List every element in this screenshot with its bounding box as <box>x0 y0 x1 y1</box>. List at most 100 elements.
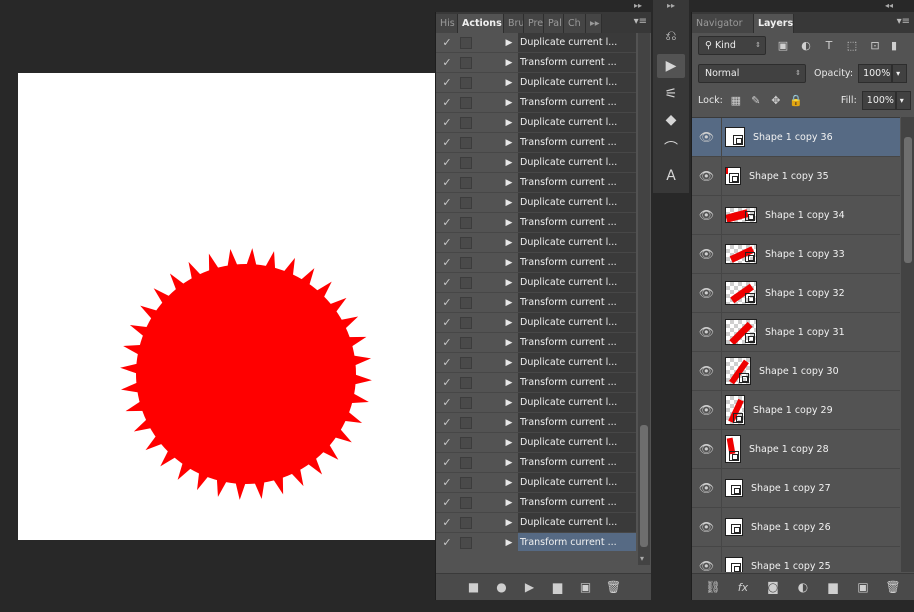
action-step-row[interactable]: ✓ ▶ Transform current ... <box>436 493 636 513</box>
action-step-row[interactable]: ✓ ▶ Duplicate current l... <box>436 73 636 93</box>
visibility-eye-icon[interactable]: 👁 <box>692 118 722 156</box>
type-filter-icon[interactable]: T <box>820 37 838 55</box>
check-icon[interactable]: ✓ <box>436 476 458 489</box>
dialog-toggle-box[interactable] <box>460 56 472 69</box>
action-step-row[interactable]: ✓ ▶ Transform current ... <box>436 373 636 393</box>
action-step-row[interactable]: ✓ ▶ Transform current ... <box>436 413 636 433</box>
layer-name[interactable]: Shape 1 copy 31 <box>765 327 845 338</box>
expand-arrow-icon[interactable]: ▶ <box>500 418 518 428</box>
layers-scrollbar[interactable] <box>901 117 914 572</box>
check-icon[interactable]: ✓ <box>436 216 458 229</box>
dialog-toggle-box[interactable] <box>460 36 472 49</box>
expand-arrow-icon[interactable]: ▶ <box>500 518 518 528</box>
visibility-eye-icon[interactable]: 👁 <box>692 196 722 234</box>
expand-arrow-icon[interactable]: ▶ <box>500 338 518 348</box>
layer-name[interactable]: Shape 1 copy 32 <box>765 288 845 299</box>
collapse-icon[interactable]: ▸▸ <box>634 1 642 10</box>
action-step-row[interactable]: ✓ ▶ Duplicate current l... <box>436 273 636 293</box>
layer-name[interactable]: Shape 1 copy 36 <box>753 132 833 143</box>
3d-tool-icon[interactable]: ◆ <box>657 108 685 132</box>
layer-row[interactable]: 👁 Shape 1 copy 26 <box>692 508 900 547</box>
expand-arrow-icon[interactable]: ▶ <box>500 238 518 248</box>
new-layer-icon[interactable]: ▣ <box>856 580 870 594</box>
action-step-row[interactable]: ✓ ▶ Duplicate current l... <box>436 153 636 173</box>
check-icon[interactable]: ✓ <box>436 136 458 149</box>
layer-row[interactable]: 👁 Shape 1 copy 35 <box>692 157 900 196</box>
visibility-eye-icon[interactable]: 👁 <box>692 157 722 195</box>
tab-paragraph[interactable]: Pal <box>544 14 564 33</box>
dialog-toggle-box[interactable] <box>460 96 472 109</box>
expand-arrow-icon[interactable]: ▶ <box>500 478 518 488</box>
lock-transparent-icon[interactable]: ▦ <box>727 92 745 110</box>
check-icon[interactable]: ✓ <box>436 96 458 109</box>
opacity-dropdown-icon[interactable]: ▾ <box>892 64 908 83</box>
layer-name[interactable]: Shape 1 copy 25 <box>751 561 831 572</box>
layer-row[interactable]: 👁 Shape 1 copy 27 <box>692 469 900 508</box>
layer-name[interactable]: Shape 1 copy 30 <box>759 366 839 377</box>
fill-input[interactable]: 100% <box>861 91 896 110</box>
expand-arrow-icon[interactable]: ▶ <box>500 98 518 108</box>
expand-arrow-icon[interactable]: ▶ <box>500 298 518 308</box>
filter-toggle-icon[interactable]: ▮ <box>889 37 899 55</box>
check-icon[interactable]: ✓ <box>436 276 458 289</box>
action-step-row[interactable]: ✓ ▶ Transform current ... <box>436 333 636 353</box>
dialog-toggle-box[interactable] <box>460 436 472 449</box>
new-action-icon[interactable]: ▣ <box>579 580 593 594</box>
check-icon[interactable]: ✓ <box>436 416 458 429</box>
action-step-row[interactable]: ✓ ▶ Duplicate current l... <box>436 393 636 413</box>
action-step-row[interactable]: ✓ ▶ Duplicate current l... <box>436 193 636 213</box>
dialog-toggle-box[interactable] <box>460 136 472 149</box>
layer-name[interactable]: Shape 1 copy 29 <box>753 405 833 416</box>
action-step-row[interactable]: ✓ ▶ Duplicate current l... <box>436 313 636 333</box>
dialog-toggle-box[interactable] <box>460 116 472 129</box>
action-step-row[interactable]: ✓ ▶ Transform current ... <box>436 93 636 113</box>
actions-tool-icon[interactable]: ▶ <box>657 54 685 78</box>
layer-name[interactable]: Shape 1 copy 34 <box>765 210 845 221</box>
panel-menu-icon[interactable]: ▾≡ <box>634 16 647 27</box>
check-icon[interactable]: ✓ <box>436 496 458 509</box>
expand-arrow-icon[interactable]: ▶ <box>500 278 518 288</box>
adjustment-filter-icon[interactable]: ◐ <box>797 37 815 55</box>
dialog-toggle-box[interactable] <box>460 476 472 489</box>
panel-menu-icon[interactable]: ▾≡ <box>897 16 910 27</box>
dialog-toggle-box[interactable] <box>460 196 472 209</box>
tab-brushes[interactable]: Bru <box>504 14 524 33</box>
check-icon[interactable]: ✓ <box>436 116 458 129</box>
layer-name[interactable]: Shape 1 copy 35 <box>749 171 829 182</box>
visibility-eye-icon[interactable]: 👁 <box>692 235 722 273</box>
layer-row[interactable]: 👁 Shape 1 copy 36 <box>692 118 900 157</box>
check-icon[interactable]: ✓ <box>436 156 458 169</box>
expand-arrow-icon[interactable]: ▶ <box>500 498 518 508</box>
action-step-row[interactable]: ✓ ▶ Transform current ... <box>436 213 636 233</box>
scroll-thumb[interactable] <box>904 137 912 263</box>
check-icon[interactable]: ✓ <box>436 76 458 89</box>
collapse-strip-icon[interactable]: ▸▸ <box>653 0 689 12</box>
filter-kind-select[interactable]: ⚲ Kind ⇕ <box>698 36 766 55</box>
dialog-toggle-box[interactable] <box>460 496 472 509</box>
dialog-toggle-box[interactable] <box>460 516 472 529</box>
layer-row[interactable]: 👁 Shape 1 copy 31 <box>692 313 900 352</box>
fill-dropdown-icon[interactable]: ▾ <box>895 91 911 110</box>
check-icon[interactable]: ✓ <box>436 456 458 469</box>
scroll-down-icon[interactable]: ▾ <box>640 554 644 563</box>
expand-arrow-icon[interactable]: ▶ <box>500 258 518 268</box>
trash-icon[interactable]: 🗑 <box>885 580 900 594</box>
visibility-eye-icon[interactable]: 👁 <box>692 430 722 468</box>
history-tool-icon[interactable]: ⎌ <box>657 24 685 48</box>
record-icon[interactable]: ● <box>495 580 509 594</box>
action-step-row[interactable]: ✓ ▶ Duplicate current l... <box>436 473 636 493</box>
expand-arrow-icon[interactable]: ▶ <box>500 138 518 148</box>
check-icon[interactable]: ✓ <box>436 436 458 449</box>
action-step-row[interactable]: ✓ ▶ Duplicate current l... <box>436 233 636 253</box>
lock-pixels-icon[interactable]: ✎ <box>747 92 765 110</box>
action-step-row[interactable]: ✓ ▶ Duplicate current l... <box>436 33 636 53</box>
adjustment-layer-icon[interactable]: ◐ <box>796 580 810 594</box>
visibility-eye-icon[interactable]: 👁 <box>692 313 722 351</box>
lock-all-icon[interactable]: 🔒 <box>787 92 805 110</box>
expand-arrow-icon[interactable]: ▶ <box>500 158 518 168</box>
adjustments-tool-icon[interactable]: ⚟ <box>657 82 685 106</box>
expand-arrow-icon[interactable]: ▶ <box>500 218 518 228</box>
check-icon[interactable]: ✓ <box>436 176 458 189</box>
action-step-row[interactable]: ✓ ▶ Duplicate current l... <box>436 353 636 373</box>
layer-row[interactable]: 👁 Shape 1 copy 25 <box>692 547 900 572</box>
